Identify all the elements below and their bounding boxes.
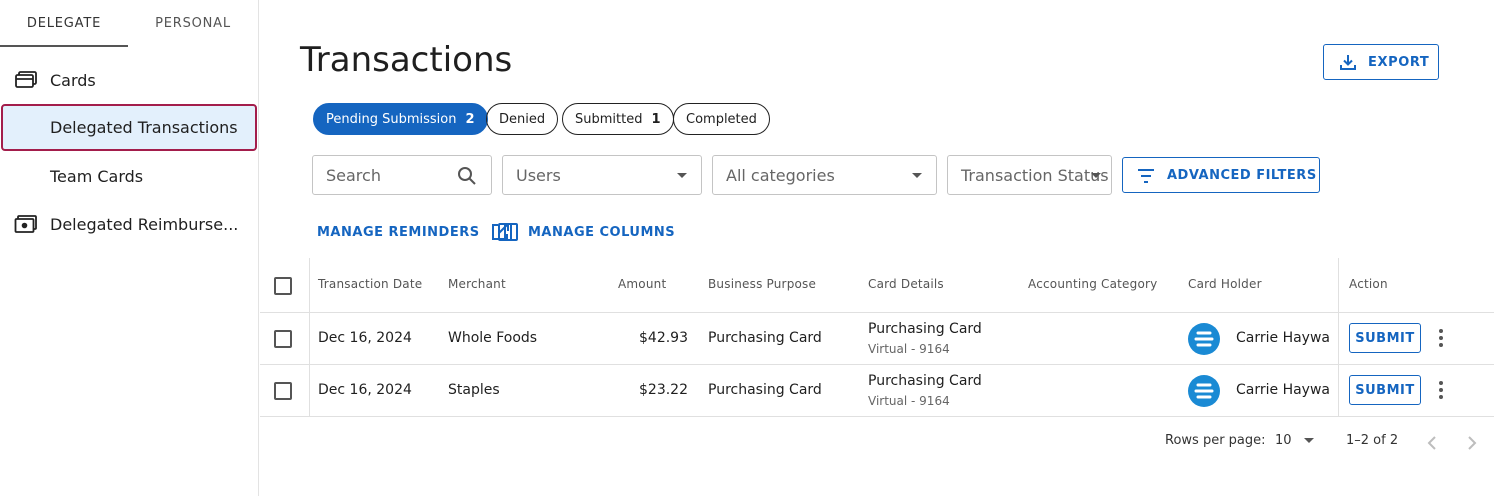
users-select[interactable]: Users bbox=[502, 155, 702, 195]
manage-columns-button[interactable]: MANAGE COLUMNS bbox=[498, 222, 675, 242]
tab-personal[interactable]: PERSONAL bbox=[128, 0, 258, 48]
header-card-details[interactable]: Card Details bbox=[868, 277, 944, 291]
chevron-right-icon[interactable] bbox=[1466, 436, 1478, 450]
cell-card-sub: Virtual - 9164 bbox=[868, 394, 950, 408]
chip-label: Denied bbox=[499, 111, 546, 127]
sidebar-item-label: Delegated Transactions bbox=[50, 118, 238, 137]
rows-per-page-label: Rows per page: bbox=[1165, 433, 1266, 448]
header-card-holder[interactable]: Card Holder bbox=[1188, 277, 1262, 291]
chevron-down-icon bbox=[912, 173, 922, 178]
chip-denied[interactable]: Denied bbox=[486, 103, 559, 135]
advanced-filters-button[interactable]: ADVANCED FILTERS bbox=[1122, 157, 1320, 193]
chip-completed[interactable]: Completed bbox=[673, 103, 770, 135]
header-business-purpose[interactable]: Business Purpose bbox=[708, 277, 816, 291]
table-row[interactable]: Dec 16, 2024 Staples $23.22 Purchasing C… bbox=[260, 365, 1494, 417]
rows-per-page-value: 10 bbox=[1275, 433, 1292, 448]
chip-submitted[interactable]: Submitted 1 bbox=[562, 103, 674, 135]
avatar bbox=[1188, 375, 1220, 407]
submit-button[interactable]: SUBMIT bbox=[1349, 375, 1421, 405]
select-all-checkbox[interactable] bbox=[274, 277, 292, 295]
cell-merchant: Staples bbox=[448, 382, 500, 398]
cell-card-name: Purchasing Card bbox=[868, 373, 982, 389]
rows-per-page-select[interactable]: 10 bbox=[1275, 433, 1314, 448]
more-options-icon[interactable] bbox=[1434, 329, 1448, 349]
chip-count: 1 bbox=[651, 111, 661, 127]
sidebar-tabs: DELEGATE PERSONAL bbox=[0, 0, 258, 48]
columns-icon bbox=[498, 223, 518, 241]
chip-label: Submitted bbox=[575, 111, 643, 127]
export-button[interactable]: EXPORT bbox=[1323, 44, 1439, 80]
cell-business-purpose: Purchasing Card bbox=[708, 330, 822, 346]
advanced-filters-label: ADVANCED FILTERS bbox=[1167, 167, 1317, 183]
company-logo-icon bbox=[1194, 331, 1214, 347]
manage-reminders-button[interactable]: MANAGE REMINDERS bbox=[317, 222, 510, 242]
company-logo-icon bbox=[1194, 383, 1214, 399]
search-input[interactable]: Search bbox=[312, 155, 492, 195]
users-placeholder: Users bbox=[516, 165, 561, 185]
sidebar-item-label: Cards bbox=[50, 70, 96, 90]
cell-card-holder: Carrie Hayward bbox=[1236, 330, 1329, 346]
main-content: Transactions EXPORT Pending Submission 2… bbox=[260, 0, 1494, 496]
cell-business-purpose: Purchasing Card bbox=[708, 382, 822, 398]
manage-reminders-label: MANAGE REMINDERS bbox=[317, 224, 480, 240]
categories-placeholder: All categories bbox=[726, 165, 835, 185]
sidebar-item-label: Delegated Reimburse... bbox=[50, 214, 239, 234]
sidebar-item-label: Team Cards bbox=[50, 166, 144, 186]
row-checkbox[interactable] bbox=[274, 382, 292, 400]
manage-columns-label: MANAGE COLUMNS bbox=[528, 224, 676, 240]
row-checkbox[interactable] bbox=[274, 330, 292, 348]
sidebar-item-team-cards[interactable]: Team Cards bbox=[0, 152, 258, 200]
avatar bbox=[1188, 323, 1220, 355]
categories-select[interactable]: All categories bbox=[712, 155, 937, 195]
table-row[interactable]: Dec 16, 2024 Whole Foods $42.93 Purchasi… bbox=[260, 313, 1494, 365]
filter-icon bbox=[1138, 169, 1154, 183]
search-placeholder: Search bbox=[326, 165, 381, 185]
chevron-left-icon[interactable] bbox=[1426, 436, 1438, 450]
status-placeholder: Transaction Status bbox=[961, 165, 1109, 185]
transaction-status-select[interactable]: Transaction Status bbox=[947, 155, 1112, 195]
chip-count: 2 bbox=[465, 111, 475, 127]
header-merchant[interactable]: Merchant bbox=[448, 277, 506, 291]
chevron-down-icon bbox=[1303, 438, 1314, 443]
cash-icon bbox=[14, 215, 37, 233]
cards-icon bbox=[15, 71, 37, 88]
cell-amount: $42.93 bbox=[639, 330, 688, 346]
export-label: EXPORT bbox=[1368, 54, 1430, 70]
cell-date: Dec 16, 2024 bbox=[318, 382, 412, 398]
cell-card-sub: Virtual - 9164 bbox=[868, 342, 950, 356]
pagination-range: 1–2 of 2 bbox=[1346, 433, 1399, 448]
chip-label: Pending Submission bbox=[326, 111, 457, 127]
header-accounting-category[interactable]: Accounting Category bbox=[1028, 277, 1157, 291]
sidebar-item-delegated-reimbursements[interactable]: Delegated Reimburse... bbox=[0, 200, 258, 248]
chevron-down-icon bbox=[1091, 173, 1101, 178]
active-tab-indicator bbox=[0, 45, 128, 47]
header-transaction-date[interactable]: Transaction Date bbox=[318, 277, 422, 291]
cell-merchant: Whole Foods bbox=[448, 330, 538, 346]
header-amount[interactable]: Amount bbox=[618, 277, 666, 291]
search-icon bbox=[458, 167, 476, 185]
table-header-row: Transaction Date Merchant Amount Busines… bbox=[260, 258, 1494, 313]
header-action: Action bbox=[1349, 277, 1388, 291]
chip-label: Completed bbox=[686, 111, 757, 127]
cell-amount: $23.22 bbox=[639, 382, 688, 398]
tab-delegate[interactable]: DELEGATE bbox=[0, 0, 128, 48]
page-title: Transactions bbox=[300, 40, 513, 80]
chip-pending-submission[interactable]: Pending Submission 2 bbox=[313, 103, 488, 135]
cell-date: Dec 16, 2024 bbox=[318, 330, 412, 346]
cell-card-holder: Carrie Hayward bbox=[1236, 382, 1329, 398]
chevron-down-icon bbox=[677, 173, 687, 178]
download-icon bbox=[1340, 55, 1356, 70]
cell-card-name: Purchasing Card bbox=[868, 321, 982, 337]
sidebar-item-cards[interactable]: Cards bbox=[0, 56, 258, 104]
submit-button[interactable]: SUBMIT bbox=[1349, 323, 1421, 353]
sidebar: DELEGATE PERSONAL Cards Delegated Transa… bbox=[0, 0, 259, 496]
sidebar-item-delegated-transactions[interactable]: Delegated Transactions bbox=[1, 104, 257, 151]
more-options-icon[interactable] bbox=[1434, 381, 1448, 401]
